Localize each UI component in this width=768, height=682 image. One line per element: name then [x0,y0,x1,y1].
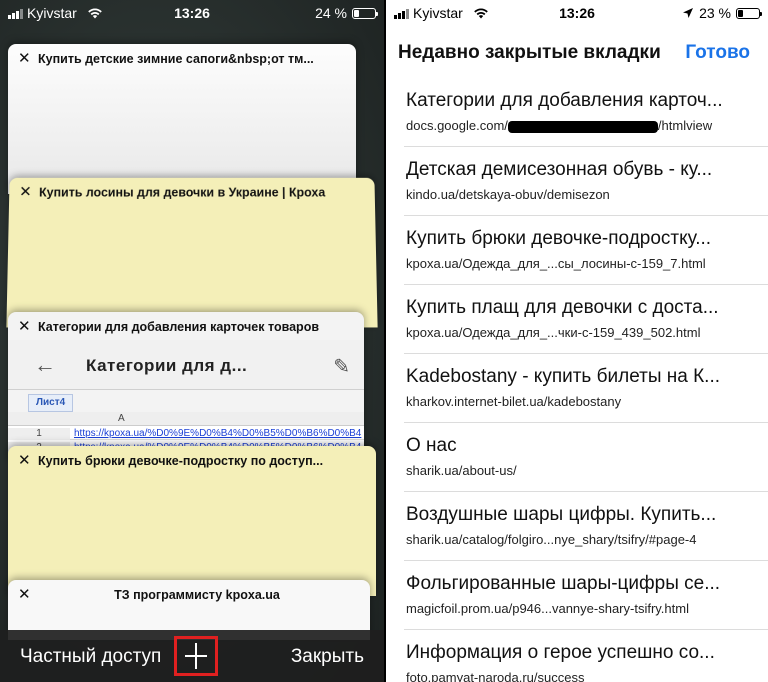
tab-switcher-screen: Kyivstar 13:26 24 % ✕ Купить детские зим… [0,0,384,682]
tab-card[interactable]: ✕ Купить брюки девочке-подростку по дост… [8,446,376,596]
tab-card[interactable]: ✕ Категории для добавления карточек това… [8,312,364,462]
status-bar: Kyivstar 13:26 23 % [386,0,768,26]
tab-switcher-toolbar: Частный доступ Закрыть [0,630,384,682]
status-bar: Kyivstar 13:26 24 % [0,0,384,26]
redaction-mark [507,120,658,133]
item-url: kharkov.internet-bilet.ua/kadebostany [406,394,622,409]
list-item[interactable]: Воздушные шары цифры. Купить... sharik.u… [404,492,768,561]
item-title: Категории для добавления карточ... [406,90,723,111]
item-title: Купить брюки девочке-подростку... [406,228,712,249]
list-item[interactable]: Kadebostany - купить билеты на К... khar… [404,354,768,423]
battery-info: 24 % [315,5,378,21]
item-title: Воздушные шары цифры. Купить... [406,504,717,525]
battery-icon [352,7,378,19]
arrow-left-icon: ← [34,352,56,377]
pencil-icon: ✎ [333,356,350,378]
item-url: kpoxa.ua/Одежда_для_...сы_лосины-с-159_7… [406,256,706,271]
list-item[interactable]: Детская демисезонная обувь - ку... kindo… [404,147,768,216]
close-icon[interactable]: ✕ [18,453,31,468]
item-url: magicfoil.prom.ua/p946...vannye-shary-ts… [406,601,689,616]
tab-title: Категории для добавления карточек товаро… [38,320,320,334]
item-title: Фольгированные шары-цифры се... [406,573,721,594]
battery-percent: 23 % [699,5,731,21]
doc-preview-toolbar: ← Категории для д... ✎ [8,340,364,390]
item-title: О нас [406,435,457,456]
doc-preview-title: Категории для д... [86,356,248,375]
close-icon[interactable]: ✕ [18,587,31,602]
tab-card[interactable]: ✕ Купить детские зимние сапоги&nbsp;от т… [8,44,356,194]
item-url: kpoxa.ua/Одежда_для_...чки-с-159_439_502… [406,325,701,340]
item-url: sharik.ua/catalog/folgiro...nye_shary/ts… [406,532,697,547]
tab-title: Купить брюки девочке-подростку по доступ… [38,454,324,468]
item-title: Купить плащ для девочки с доста... [406,297,719,318]
sheet-tab: Лист4 [28,394,74,412]
location-arrow-icon [683,8,694,18]
sheet-row: 1 https://kpoxa.ua/%D0%9E%D0%B4%D0%B5%D0… [8,428,364,440]
item-url-prefix: docs.google.com/ [406,118,508,133]
item-title: Kadebostany - купить билеты на К... [406,366,721,387]
done-button[interactable]: Готово [685,42,750,64]
battery-icon [736,7,762,19]
cell-link: https://kpoxa.ua/%D0%9E%D0%B4%D0%B5%D0%B… [74,428,362,439]
tab-card[interactable]: ✕ Купить лосины для девочки в Украине | … [6,177,378,328]
item-title: Информация о герое успешно со... [406,642,715,663]
tab-title: Купить детские зимние сапоги&nbsp;от тм.… [38,52,314,66]
item-url: kindo.ua/detskaya-obuv/demisezon [406,187,610,202]
private-mode-button[interactable]: Частный доступ [20,646,161,668]
battery-level [354,9,359,17]
battery-level [738,9,743,17]
item-title: Детская демисезонная обувь - ку... [406,159,713,180]
row-number: 1 [8,428,70,440]
list-item[interactable]: О нас sharik.ua/about-us/ [404,423,768,492]
item-url: foto.pamyat-naroda.ru/success [406,670,585,682]
tab-title: Купить лосины для девочки в Украине | Кр… [38,185,326,200]
item-url-suffix: /htmlview [657,118,713,133]
column-label: A [118,413,125,424]
close-icon[interactable]: ✕ [18,51,31,66]
list-item[interactable]: Купить брюки девочке-подростку... kpoxa.… [404,216,768,285]
list-item[interactable]: Категории для добавления карточ... docs.… [404,78,768,147]
close-icon[interactable]: ✕ [18,319,31,334]
list-item[interactable]: Купить плащ для девочки с доста... kpoxa… [404,285,768,354]
item-url: sharik.ua/about-us/ [406,463,517,478]
recently-closed-screen: Kyivstar 13:26 23 % Недавно закрытые вкл… [384,0,768,682]
page-title: Недавно закрытые вкладки [398,42,661,63]
tab-title: ТЗ программисту kpoxa.ua [114,588,280,602]
battery-info: 23 % [682,5,762,21]
item-url: docs.google.com/ /htmlview [406,118,754,133]
new-tab-button[interactable] [174,636,218,676]
close-button[interactable]: Закрыть [291,646,364,668]
column-header: A [8,412,364,426]
recent-tabs-list: Категории для добавления карточ... docs.… [386,78,768,682]
list-item[interactable]: Информация о герое успешно со... foto.pa… [404,630,768,682]
battery-percent: 24 % [315,5,347,21]
list-item[interactable]: Фольгированные шары-цифры се... magicfoi… [404,561,768,630]
close-icon[interactable]: ✕ [19,184,32,201]
nav-bar: Недавно закрытые вкладки Готово [386,26,768,78]
